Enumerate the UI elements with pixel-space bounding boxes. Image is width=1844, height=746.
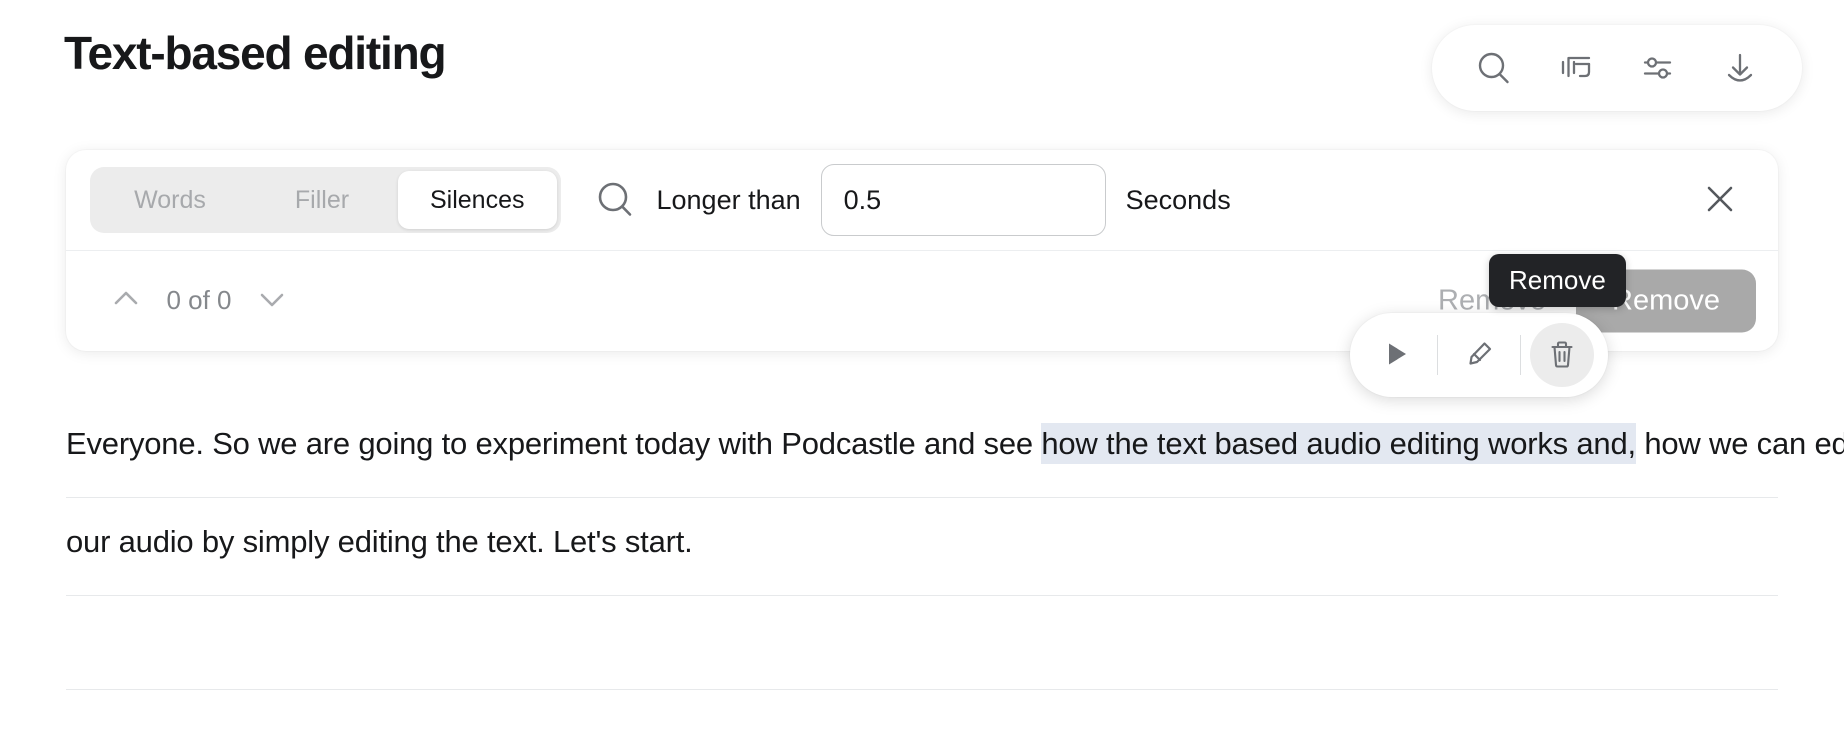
transcript-line[interactable]: our audio by simply editing the text. Le…	[66, 498, 1778, 596]
condition-label: Longer than	[657, 185, 801, 216]
header-toolbar	[1432, 25, 1802, 111]
filter-search-icon	[589, 173, 643, 227]
filter-type-segmented-control: Words Filler Silences	[90, 167, 561, 233]
selection-floating-toolbar	[1350, 313, 1608, 397]
close-icon	[1701, 180, 1739, 221]
chevron-up-icon	[109, 282, 143, 319]
delete-button[interactable]	[1530, 323, 1594, 387]
play-icon	[1378, 336, 1414, 375]
search-icon	[1474, 48, 1514, 88]
waveform-transcript-icon	[1556, 48, 1596, 88]
highlight-button[interactable]	[1447, 323, 1511, 387]
next-result-button[interactable]	[246, 275, 298, 327]
chevron-down-icon	[255, 282, 289, 319]
text-based-editing-screen: Text-based editing	[0, 0, 1844, 746]
tab-words[interactable]: Words	[94, 171, 246, 229]
toolbar-divider-2	[1520, 335, 1521, 375]
transcript-line-2-text: our audio by simply editing the text. Le…	[66, 498, 1778, 557]
download-icon	[1720, 48, 1760, 88]
transcript-view-button[interactable]	[1544, 36, 1608, 100]
close-filter-button[interactable]	[1692, 172, 1748, 228]
filter-controls-row: Words Filler Silences Longer than Second…	[66, 150, 1778, 251]
download-button[interactable]	[1708, 36, 1772, 100]
transcript-line-empty[interactable]	[66, 596, 1778, 690]
toolbar-divider-1	[1437, 335, 1438, 375]
result-navigation: 0 of 0	[100, 275, 298, 327]
trash-icon	[1544, 336, 1580, 375]
search-button[interactable]	[1462, 36, 1526, 100]
page-title: Text-based editing	[64, 26, 445, 80]
settings-button[interactable]	[1626, 36, 1690, 100]
sliders-settings-icon	[1638, 48, 1678, 88]
tab-filler[interactable]: Filler	[246, 171, 398, 229]
duration-input[interactable]	[821, 164, 1106, 236]
transcript-selected-text[interactable]: how the text based audio editing works a…	[1041, 423, 1636, 464]
transcript-line[interactable]: Everyone. So we are going to experiment …	[66, 400, 1778, 498]
prev-result-button[interactable]	[100, 275, 152, 327]
transcript-text-before: Everyone. So we are going to experiment …	[66, 426, 1041, 461]
transcript-area: Everyone. So we are going to experiment …	[66, 400, 1778, 690]
unit-label: Seconds	[1126, 185, 1231, 216]
transcript-line-1-text: Everyone. So we are going to experiment …	[66, 400, 1778, 459]
play-button[interactable]	[1364, 323, 1428, 387]
result-count: 0 of 0	[162, 285, 236, 316]
remove-tooltip: Remove	[1489, 254, 1626, 307]
tab-silences[interactable]: Silences	[398, 171, 557, 229]
transcript-text-after: how we can edit	[1636, 426, 1844, 461]
highlighter-icon	[1460, 335, 1498, 376]
